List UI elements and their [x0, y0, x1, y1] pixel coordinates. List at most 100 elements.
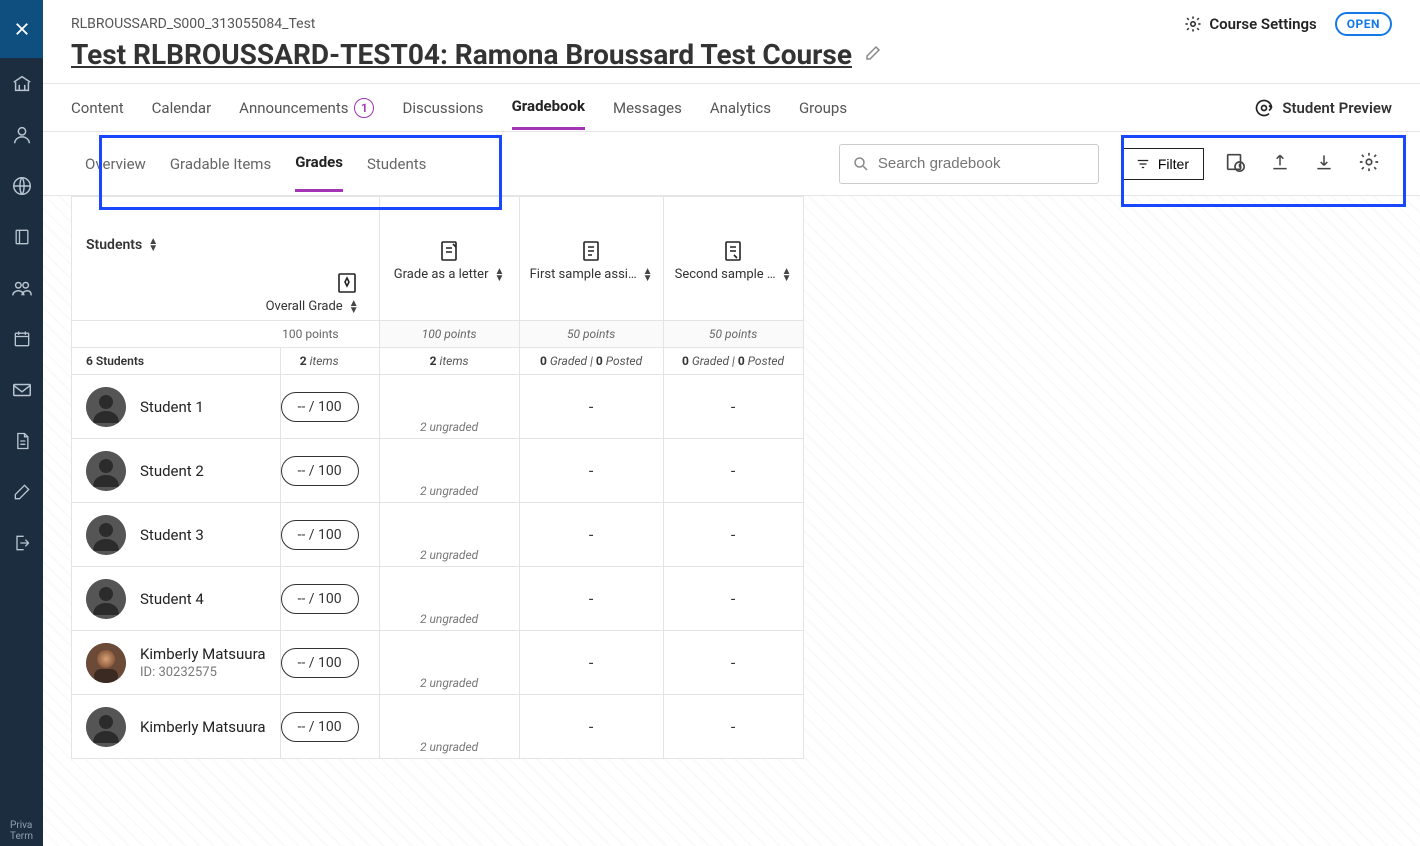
tab-messages[interactable]: Messages: [613, 87, 682, 129]
overall-grade-cell[interactable]: -- / 100: [280, 503, 379, 567]
avatar: [86, 451, 126, 491]
tab-announcements[interactable]: Announcements1: [239, 86, 374, 130]
table-row[interactable]: Student 3-- / 100 2 ungraded--: [72, 503, 804, 567]
student-name-cell[interactable]: Kimberly Matsuura: [72, 695, 281, 759]
student-name-cell[interactable]: Student 4: [72, 567, 281, 631]
ungraded-note: 2 ungraded: [380, 612, 519, 626]
institution-icon[interactable]: [0, 58, 43, 109]
second-assignment-cell[interactable]: -: [663, 567, 803, 631]
table-row[interactable]: Student 2-- / 100 2 ungraded--: [72, 439, 804, 503]
overall-grade-cell[interactable]: -- / 100: [280, 631, 379, 695]
grade-pill[interactable]: -- / 100: [281, 712, 359, 742]
upload-button[interactable]: [1266, 148, 1294, 179]
course-settings-button[interactable]: Course Settings: [1184, 15, 1316, 33]
globe-icon[interactable]: [0, 160, 43, 211]
avatar: [86, 387, 126, 427]
letter-grade-cell[interactable]: 2 ungraded: [379, 695, 519, 759]
gradebook-grid-wrap: Students▲▼ Overall Grade▲▼ Grade as a le…: [43, 196, 1420, 846]
student-name-cell[interactable]: Student 3: [72, 503, 281, 567]
mail-icon[interactable]: [0, 364, 43, 415]
col-header-first-assignment[interactable]: First sample assi…▲▼: [519, 197, 663, 321]
download-button[interactable]: [1310, 148, 1338, 179]
col-header-grade-letter[interactable]: Grade as a letter▲▼: [379, 197, 519, 321]
avatar: [86, 515, 126, 555]
groups-icon[interactable]: [0, 262, 43, 313]
second-assignment-cell[interactable]: -: [663, 503, 803, 567]
privacy-link-text[interactable]: Priva: [10, 820, 33, 831]
student-name-cell[interactable]: Student 2: [72, 439, 281, 503]
terms-link-text[interactable]: Term: [10, 831, 33, 842]
first-assignment-cell[interactable]: -: [519, 631, 663, 695]
tab-content[interactable]: Content: [71, 87, 124, 129]
pencil-icon: [864, 44, 882, 62]
sort-icon: ▲▼: [643, 268, 653, 282]
profile-icon[interactable]: [0, 109, 43, 160]
subtab-grades[interactable]: Grades: [295, 135, 343, 192]
first-assignment-cell[interactable]: -: [519, 503, 663, 567]
gradebook-settings-button[interactable]: [1354, 147, 1384, 180]
student-name-cell[interactable]: Kimberly MatsuuraID: 30232575: [72, 631, 281, 695]
col-header-second-assignment[interactable]: Second sample …▲▼: [663, 197, 803, 321]
edit-title-button[interactable]: [864, 44, 882, 66]
subtab-gradable-items[interactable]: Gradable Items: [170, 137, 271, 191]
overall-grade-icon: [335, 271, 359, 295]
grade-pill[interactable]: -- / 100: [281, 520, 359, 550]
tab-discussions[interactable]: Discussions: [402, 87, 483, 129]
tab-gradebook[interactable]: Gradebook: [512, 85, 585, 130]
search-input[interactable]: [878, 155, 1086, 172]
grade-history-button[interactable]: [1220, 147, 1250, 180]
gear-icon: [1184, 15, 1202, 33]
col-header-students[interactable]: Students▲▼ Overall Grade▲▼: [72, 197, 380, 321]
filter-button[interactable]: Filter: [1121, 148, 1204, 180]
student-name-cell[interactable]: Student 1: [72, 375, 281, 439]
letter-grade-cell[interactable]: 2 ungraded: [379, 503, 519, 567]
filter-icon: [1136, 157, 1150, 171]
search-gradebook[interactable]: [839, 144, 1099, 184]
first-assignment-cell[interactable]: -: [519, 439, 663, 503]
document-icon[interactable]: [0, 415, 43, 466]
second-assignment-cell[interactable]: -: [663, 695, 803, 759]
letter-grade-cell[interactable]: 2 ungraded: [379, 375, 519, 439]
tab-calendar[interactable]: Calendar: [152, 87, 212, 129]
compose-icon[interactable]: [0, 466, 43, 517]
overall-grade-cell[interactable]: -- / 100: [280, 567, 379, 631]
tab-groups[interactable]: Groups: [799, 87, 847, 129]
first-assignment-cell[interactable]: -: [519, 695, 663, 759]
table-row[interactable]: Kimberly MatsuuraID: 30232575-- / 100 2 …: [72, 631, 804, 695]
letter-grade-cell[interactable]: 2 ungraded: [379, 631, 519, 695]
letter-grade-cell[interactable]: 2 ungraded: [379, 567, 519, 631]
grade-pill[interactable]: -- / 100: [281, 648, 359, 678]
second-assignment-cell[interactable]: -: [663, 631, 803, 695]
page-title[interactable]: Test RLBROUSSARD-TEST04: Ramona Broussar…: [71, 38, 852, 71]
signout-icon[interactable]: [0, 517, 43, 568]
letter-grade-cell[interactable]: 2 ungraded: [379, 439, 519, 503]
main-panel: RLBROUSSARD_S000_313055084_Test Course S…: [43, 0, 1420, 846]
course-visibility-pill[interactable]: OPEN: [1335, 12, 1392, 36]
close-panel-button[interactable]: [0, 0, 43, 58]
table-row[interactable]: Student 1-- / 100 2 ungraded--: [72, 375, 804, 439]
second-assignment-cell[interactable]: -: [663, 439, 803, 503]
first-assignment-cell[interactable]: -: [519, 375, 663, 439]
calendar-icon[interactable]: [0, 313, 43, 364]
subtab-students[interactable]: Students: [367, 137, 426, 191]
tab-analytics[interactable]: Analytics: [710, 87, 771, 129]
table-row[interactable]: Student 4-- / 100 2 ungraded--: [72, 567, 804, 631]
first-assignment-cell[interactable]: -: [519, 567, 663, 631]
student-name: Student 3: [140, 526, 204, 544]
overall-grade-cell[interactable]: -- / 100: [280, 695, 379, 759]
grade-pill[interactable]: -- / 100: [281, 456, 359, 486]
breadcrumb[interactable]: RLBROUSSARD_S000_313055084_Test: [71, 16, 315, 32]
rail-footer: Priva Term: [7, 816, 36, 846]
book-icon[interactable]: [0, 211, 43, 262]
grade-pill[interactable]: -- / 100: [281, 392, 359, 422]
overall-grade-cell[interactable]: -- / 100: [280, 375, 379, 439]
second-assignment-cell[interactable]: -: [663, 375, 803, 439]
table-row[interactable]: Kimberly Matsuura-- / 100 2 ungraded--: [72, 695, 804, 759]
student-preview-button[interactable]: Student Preview: [1254, 98, 1392, 118]
ungraded-note: 2 ungraded: [380, 548, 519, 562]
letter-grade-icon: [437, 239, 461, 263]
overall-grade-cell[interactable]: -- / 100: [280, 439, 379, 503]
grade-pill[interactable]: -- / 100: [281, 584, 359, 614]
subtab-overview[interactable]: Overview: [85, 137, 146, 191]
student-name: Kimberly Matsuura: [140, 645, 266, 663]
